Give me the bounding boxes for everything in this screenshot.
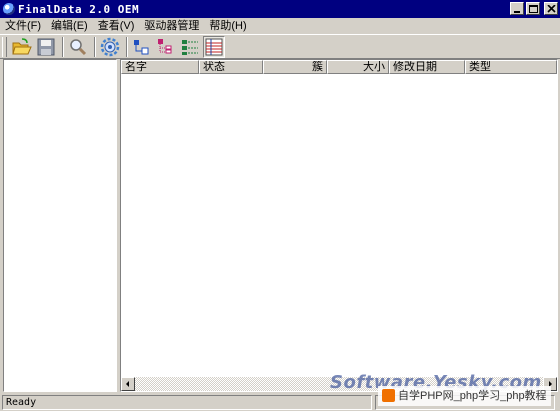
- table-view-button[interactable]: [203, 35, 225, 58]
- open-folder-icon: [12, 37, 32, 54]
- watermark-php-text: 自学PHP网_php学习_php教程: [398, 390, 547, 402]
- search-button[interactable]: [67, 36, 89, 58]
- toolbar: [0, 34, 560, 59]
- menu-edit[interactable]: 编辑(E): [46, 19, 93, 33]
- settings-gear-icon: [100, 37, 120, 56]
- save-button[interactable]: [35, 36, 57, 58]
- file-list-pane[interactable]: 名字 状态 簇 大小 修改日期 类型: [120, 59, 558, 392]
- app-icon: [3, 3, 15, 15]
- toolbar-separator: [126, 36, 128, 57]
- detail-view-icon: [182, 39, 198, 55]
- list-header: 名字 状态 簇 大小 修改日期 类型: [121, 60, 557, 74]
- folder-tree-pane[interactable]: [3, 59, 117, 392]
- menu-view[interactable]: 查看(V): [93, 19, 140, 33]
- table-view-icon: [205, 38, 223, 55]
- maximize-icon: [529, 5, 538, 13]
- watermark-php: 自学PHP网_php学习_php教程: [378, 386, 551, 406]
- arrow-left-icon: [126, 381, 129, 387]
- minimize-button[interactable]: [510, 2, 524, 15]
- menu-bar: 文件(F) 编辑(E) 查看(V) 驱动器管理 帮助(H): [0, 18, 560, 34]
- column-header-status[interactable]: 状态: [199, 60, 263, 74]
- column-header-modified-date[interactable]: 修改日期: [389, 60, 465, 74]
- minimize-icon: [514, 11, 520, 13]
- title-bar: FinalData 2.0 OEM: [0, 0, 560, 18]
- settings-button[interactable]: [99, 36, 121, 58]
- toolbar-separator: [94, 36, 96, 57]
- status-text: Ready: [2, 394, 372, 410]
- column-header-name[interactable]: 名字: [121, 60, 199, 74]
- save-disk-icon: [37, 38, 55, 55]
- maximize-button[interactable]: [526, 2, 540, 15]
- tree-view-button[interactable]: [131, 36, 153, 58]
- toolbar-grip[interactable]: [2, 36, 7, 57]
- menu-help[interactable]: 帮助(H): [204, 19, 251, 33]
- column-header-type[interactable]: 类型: [465, 60, 557, 74]
- php-logo-icon: [382, 389, 395, 402]
- toolbar-separator: [62, 36, 64, 57]
- list-view-button[interactable]: [155, 36, 177, 58]
- scroll-left-button[interactable]: [121, 377, 135, 391]
- list-view-icon: [158, 38, 172, 53]
- column-header-cluster[interactable]: 簇: [263, 60, 327, 74]
- menu-file[interactable]: 文件(F): [0, 19, 46, 33]
- window-title: FinalData 2.0 OEM: [18, 2, 140, 16]
- detail-view-button[interactable]: [179, 36, 201, 58]
- window-controls: [510, 2, 558, 15]
- column-header-size[interactable]: 大小: [327, 60, 389, 74]
- search-icon: [70, 38, 87, 55]
- close-button[interactable]: [544, 2, 558, 15]
- open-button[interactable]: [11, 36, 33, 58]
- tree-view-icon: [134, 39, 149, 54]
- close-icon: [547, 5, 556, 13]
- menu-drive-management[interactable]: 驱动器管理: [139, 19, 204, 33]
